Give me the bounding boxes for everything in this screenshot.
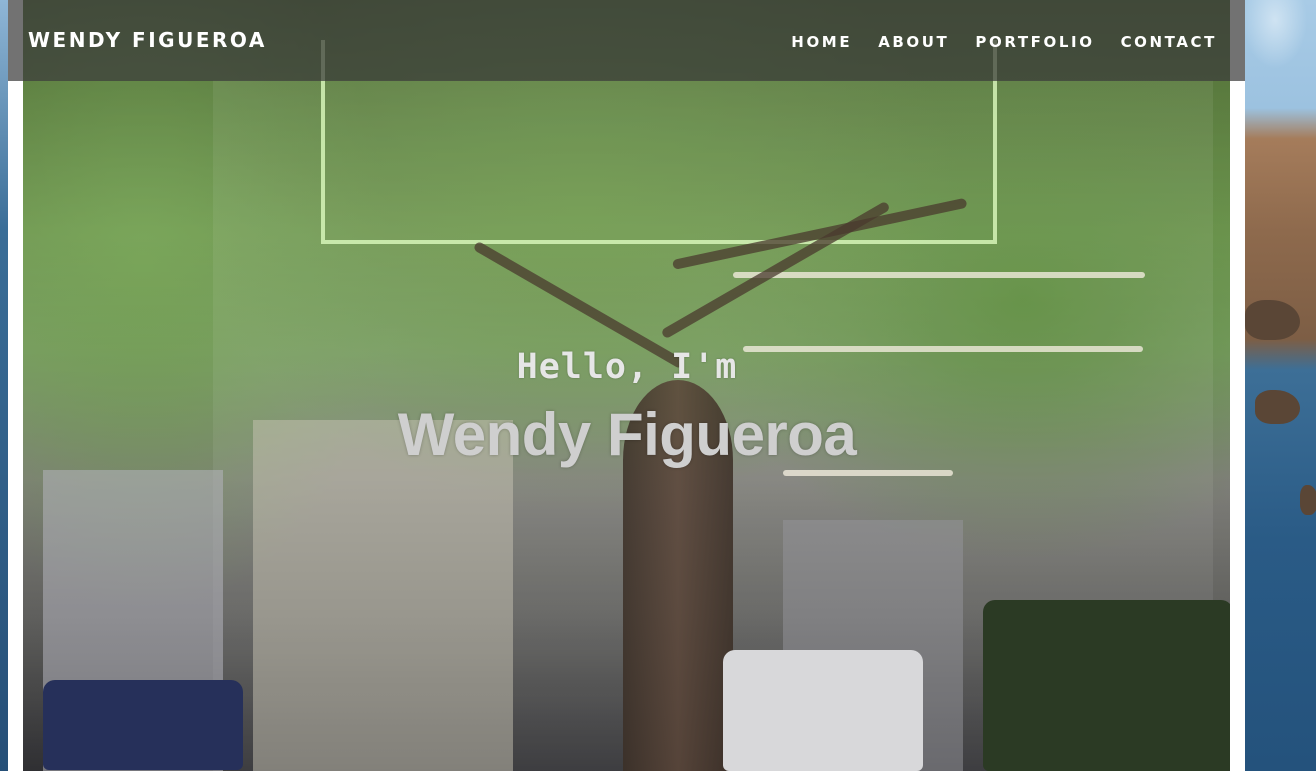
hero-name-heading: Wendy Figueroa [397,401,857,468]
desktop-wallpaper-coast [1245,0,1316,771]
coast-rock [1255,390,1300,424]
nav-link-about[interactable]: ABOUT [878,33,949,51]
main-nav: HOME ABOUT PORTFOLIO CONTACT [765,33,1217,51]
nav-link-home[interactable]: HOME [791,33,852,51]
coast-rock [1300,485,1316,515]
nav-link-portfolio[interactable]: PORTFOLIO [975,33,1094,51]
top-navigation-bar: WENDY FIGUEROA HOME ABOUT PORTFOLIO CONT… [8,0,1245,81]
coast-rock [1245,300,1300,340]
site-brand-logo[interactable]: WENDY FIGUEROA [28,28,267,52]
street-building [253,420,513,771]
parked-car [983,600,1230,771]
hero-greeting: Hello, I'm [516,347,738,387]
shelf-reflection [733,272,1145,278]
nav-link-contact[interactable]: CONTACT [1121,33,1217,51]
shelf-reflection [783,470,953,476]
parked-car [723,650,923,771]
parked-car [43,680,243,770]
